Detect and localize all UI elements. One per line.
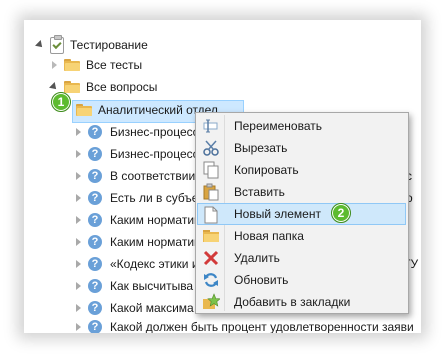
tree-item-label: Какой должен быть процент удовлетворенно… [110,320,414,333]
paste-icon [202,183,220,201]
tree-node-all-questions[interactable]: Все вопросы [49,76,350,98]
collapse-arrow-icon[interactable] [76,323,81,331]
question-icon: ? [88,213,102,227]
question-icon: ? [88,320,102,333]
menu-item-new-element[interactable]: Новый элемент [197,203,406,225]
menu-item-label: Новый элемент [234,207,321,221]
collapse-arrow-icon[interactable] [76,304,81,312]
menu-item-cut[interactable]: Вырезать [198,137,405,159]
collapse-arrow-icon[interactable] [76,150,81,158]
collapse-arrow-icon[interactable] [76,216,81,224]
clipboard-checklist-icon [50,35,64,54]
step-badge-1: 1 [51,92,71,112]
collapse-arrow-icon[interactable] [52,61,57,69]
tree-node-all-tests[interactable]: Все тесты [50,54,350,76]
menu-item-label: Вырезать [234,141,288,155]
collapse-arrow-icon[interactable] [76,260,81,268]
menu-item-copy[interactable]: Копировать [198,159,405,181]
menu-item-bookmark[interactable]: Добавить в закладки [198,291,405,313]
tree-item-question[interactable]: ? Какой должен быть процент удовлетворен… [76,316,421,333]
tree-item-label: Каким норматив [110,213,201,227]
tree-node-label: Все тесты [86,58,143,72]
tree-node-root[interactable]: Тестирование [34,34,394,56]
question-icon: ? [88,147,102,161]
menu-item-label: Удалить [234,251,280,265]
folder-open-icon [76,104,92,116]
question-icon: ? [88,257,102,271]
tree-node-label: Тестирование [70,38,148,52]
collapse-arrow-icon[interactable] [76,172,81,180]
menu-item-label: Переименовать [234,119,322,133]
new-document-icon [202,206,220,224]
menu-item-paste[interactable]: Вставить [198,181,405,203]
question-icon: ? [88,191,102,205]
tree-item-label: В соответствии [110,169,196,183]
collapse-arrow-icon[interactable] [76,282,81,290]
question-icon: ? [88,125,102,139]
rename-icon [202,117,220,135]
folder-icon [64,59,80,71]
menu-item-label: Вставить [234,185,285,199]
question-icon: ? [88,279,102,293]
tree-node-label: Все вопросы [86,80,158,94]
collapse-arrow-icon[interactable] [76,194,81,202]
scissors-icon [202,139,220,157]
copy-icon [202,161,220,179]
tree-item-label: «Кодекс этики и [110,257,199,271]
question-icon: ? [88,169,102,183]
refresh-icon [202,271,220,289]
folder-icon [202,227,220,245]
collapse-arrow-icon[interactable] [76,128,81,136]
expand-arrow-icon[interactable] [35,40,45,50]
context-menu: Переименовать Вырезать Копировать Встави… [195,112,409,314]
question-icon: ? [88,301,102,315]
expand-arrow-icon[interactable] [49,82,59,92]
menu-item-rename[interactable]: Переименовать [198,115,405,137]
menu-item-new-folder[interactable]: Новая папка [198,225,405,247]
bookmark-star-icon [202,293,221,311]
tree-item-label: Каким норматив [110,235,201,249]
step-badge-2: 2 [331,203,351,223]
delete-x-icon [202,249,220,267]
tree-item-label: Бизнес-процесс [110,125,199,139]
menu-item-refresh[interactable]: Обновить [198,269,405,291]
folder-icon [64,81,80,93]
menu-item-label: Обновить [234,273,289,287]
tree-item-label: Есть ли в субъе [110,191,199,205]
menu-item-delete[interactable]: Удалить [198,247,405,269]
question-icon: ? [88,235,102,249]
menu-item-label: Копировать [234,163,299,177]
menu-item-label: Новая папка [234,229,304,243]
menu-item-label: Добавить в закладки [234,295,351,309]
collapse-arrow-icon[interactable] [76,238,81,246]
tree-item-label: Бизнес-процесс [110,147,199,161]
tree-item-label: Как высчитыва [110,279,194,293]
